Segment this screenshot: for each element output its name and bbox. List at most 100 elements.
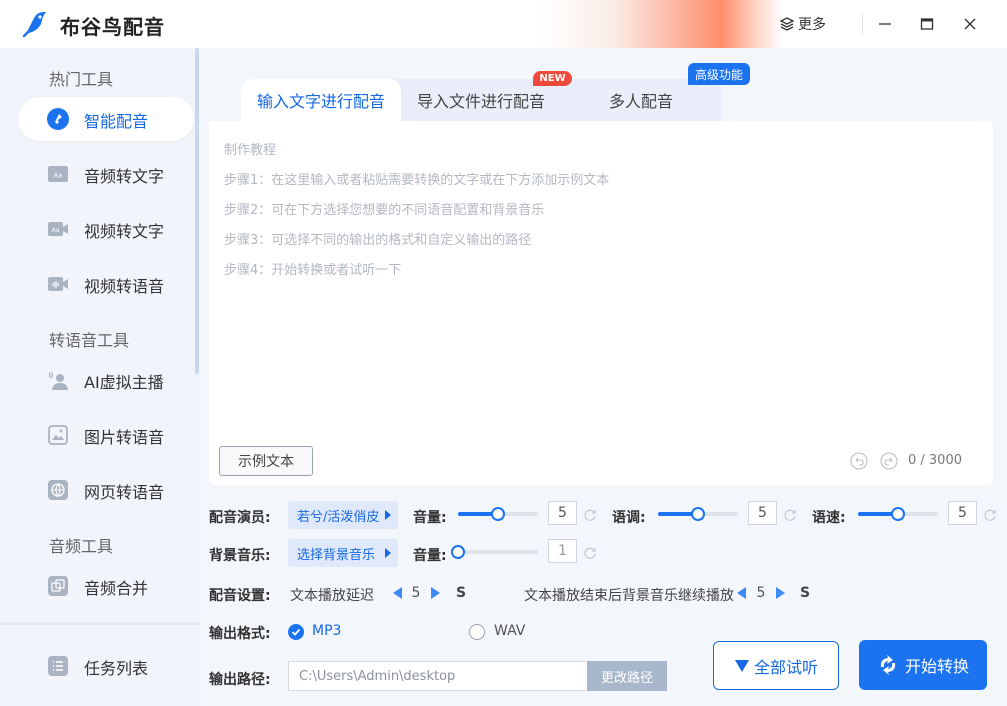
volume-label: 音量: xyxy=(413,510,447,526)
decrease-bgm-continue-icon[interactable] xyxy=(737,587,746,599)
editor-step: 步骤2：可在下方选择您想要的不同语音配置和背景音乐 xyxy=(224,203,545,218)
sidebar-item-video-to-voice[interactable]: 视频转语音 xyxy=(18,262,194,306)
pitch-slider[interactable] xyxy=(658,507,738,521)
maximize-icon xyxy=(920,18,934,30)
voice-select-value: 若兮/活泼俏皮 xyxy=(297,509,380,525)
sidebar-item-label: 视频转语音 xyxy=(84,277,165,296)
speed-value-box[interactable]: 5 xyxy=(948,501,977,525)
mp3-label[interactable]: MP3 xyxy=(312,623,341,639)
sidebar-divider xyxy=(0,622,200,625)
editor-heading: 制作教程 xyxy=(224,143,277,158)
bgm-label: 背景音乐: xyxy=(209,548,271,564)
delay-value: 5 xyxy=(411,585,421,601)
format-label: 输出格式: xyxy=(209,626,271,642)
bgm-volume-slider[interactable] xyxy=(451,545,538,559)
increase-bgm-continue-icon[interactable] xyxy=(776,587,785,599)
reset-icon[interactable] xyxy=(983,508,997,522)
ai-anchor-icon xyxy=(48,371,68,390)
app-title: 布谷鸟配音 xyxy=(60,15,165,39)
mp3-radio[interactable] xyxy=(288,624,304,640)
voice-label: 配音演员: xyxy=(209,510,271,526)
increase-delay-icon[interactable] xyxy=(431,587,440,599)
start-convert-button[interactable]: 开始转换 xyxy=(859,640,987,690)
sidebar-item-smart-dub[interactable]: 智能配音 xyxy=(18,97,194,141)
start-convert-label: 开始转换 xyxy=(904,657,969,676)
web-to-voice-icon xyxy=(48,480,68,500)
change-path-button[interactable]: 更改路径 xyxy=(587,661,667,691)
check-icon xyxy=(291,628,301,636)
sidebar-item-label: 视频转文字 xyxy=(84,222,165,241)
reset-icon[interactable] xyxy=(583,508,597,522)
tab-bar: 输入文字进行配音 导入文件进行配音 多人配音 xyxy=(241,79,722,121)
image-to-voice-icon xyxy=(48,425,68,445)
wav-label[interactable]: WAV xyxy=(494,623,525,639)
slider-handle[interactable] xyxy=(891,507,905,521)
sidebar-section-audio-tools: 音频工具 xyxy=(49,537,114,556)
sidebar-item-label: 音频转文字 xyxy=(84,167,165,186)
caret-right-icon xyxy=(385,510,391,520)
path-label: 输出路径: xyxy=(209,672,271,688)
video-to-voice-icon xyxy=(48,277,68,291)
layers-icon xyxy=(780,17,794,31)
editor-step: 步骤4：开始转换或者试听一下 xyxy=(224,263,402,278)
slider-handle[interactable] xyxy=(491,507,505,521)
sample-text-button[interactable]: 示例文本 xyxy=(219,446,313,476)
sidebar-item-web-to-voice[interactable]: 网页转语音 xyxy=(18,468,194,512)
speed-label: 语速: xyxy=(812,510,846,526)
decrease-delay-icon[interactable] xyxy=(393,587,402,599)
sidebar-scrollbar[interactable] xyxy=(195,48,199,374)
triangle-down-icon xyxy=(734,659,749,672)
svg-text:Aa: Aa xyxy=(53,172,62,180)
slider-handle[interactable] xyxy=(451,545,465,559)
new-badge: NEW xyxy=(533,71,572,86)
sidebar-item-image-to-voice[interactable]: 图片转语音 xyxy=(18,413,194,457)
sidebar-item-task-list[interactable]: 任务列表 xyxy=(18,644,194,688)
sidebar-section-voice-tools: 转语音工具 xyxy=(49,331,130,350)
sidebar-section-hot-tools: 热门工具 xyxy=(49,70,114,89)
dub-settings-label: 配音设置: xyxy=(209,588,271,604)
bgm-select[interactable]: 选择背景音乐 xyxy=(288,539,398,567)
reset-icon[interactable] xyxy=(783,508,797,522)
redo-icon[interactable] xyxy=(880,452,898,470)
sidebar-item-label: 图片转语音 xyxy=(84,428,165,447)
bgm-continue-label: 文本播放结束后背景音乐继续播放 xyxy=(524,588,734,604)
more-button[interactable]: 更多 xyxy=(780,14,826,34)
sidebar-item-ai-anchor[interactable]: AI虚拟主播 xyxy=(18,358,194,402)
slider-handle[interactable] xyxy=(691,507,705,521)
maximize-button[interactable] xyxy=(915,12,939,36)
pitch-value-box[interactable]: 5 xyxy=(748,501,777,525)
sidebar-item-audio-to-text[interactable]: Aa 音频转文字 xyxy=(18,152,194,196)
delay-unit: S xyxy=(456,585,467,601)
speed-slider[interactable] xyxy=(858,507,938,521)
audio-to-text-icon: Aa xyxy=(48,166,68,182)
tab-multi-voice[interactable]: 多人配音 xyxy=(609,79,673,121)
sidebar-item-label: 任务列表 xyxy=(84,659,149,678)
titlebar-separator xyxy=(862,14,863,34)
tab-import-file[interactable]: 导入文件进行配音 xyxy=(417,79,545,121)
wav-radio[interactable] xyxy=(469,624,485,640)
more-label: 更多 xyxy=(798,17,826,33)
tab-input-text[interactable]: 输入文字进行配音 xyxy=(241,79,402,121)
video-to-text-icon: Aa xyxy=(48,222,68,236)
undo-icon[interactable] xyxy=(850,452,868,470)
app-logo-icon xyxy=(22,11,46,38)
editor-step: 步骤1：在这里输入或者粘贴需要转换的文字或在下方添加示例文本 xyxy=(224,173,610,188)
volume-value-box[interactable]: 5 xyxy=(548,501,577,525)
sidebar-item-video-to-text[interactable]: Aa 视频转文字 xyxy=(18,207,194,251)
bgm-continue-value: 5 xyxy=(756,585,766,601)
convert-icon xyxy=(880,655,896,675)
voice-select[interactable]: 若兮/活泼俏皮 xyxy=(288,501,398,529)
sidebar-item-label: 智能配音 xyxy=(84,112,149,131)
sidebar-item-audio-merge[interactable]: 音频合并 xyxy=(18,564,194,608)
close-icon xyxy=(964,18,976,30)
bgm-select-value: 选择背景音乐 xyxy=(297,547,376,563)
minimize-button[interactable] xyxy=(873,12,897,36)
advanced-badge: 高级功能 xyxy=(688,63,750,85)
output-path-input[interactable]: C:\Users\Admin\desktop xyxy=(288,661,588,691)
bgm-volume-value-box[interactable]: 1 xyxy=(548,539,577,563)
char-count: 0 / 3000 xyxy=(908,453,962,468)
preview-all-button[interactable]: 全部试听 xyxy=(713,641,839,690)
close-button[interactable] xyxy=(958,12,982,36)
reset-icon[interactable] xyxy=(583,546,597,560)
volume-slider[interactable] xyxy=(458,507,538,521)
